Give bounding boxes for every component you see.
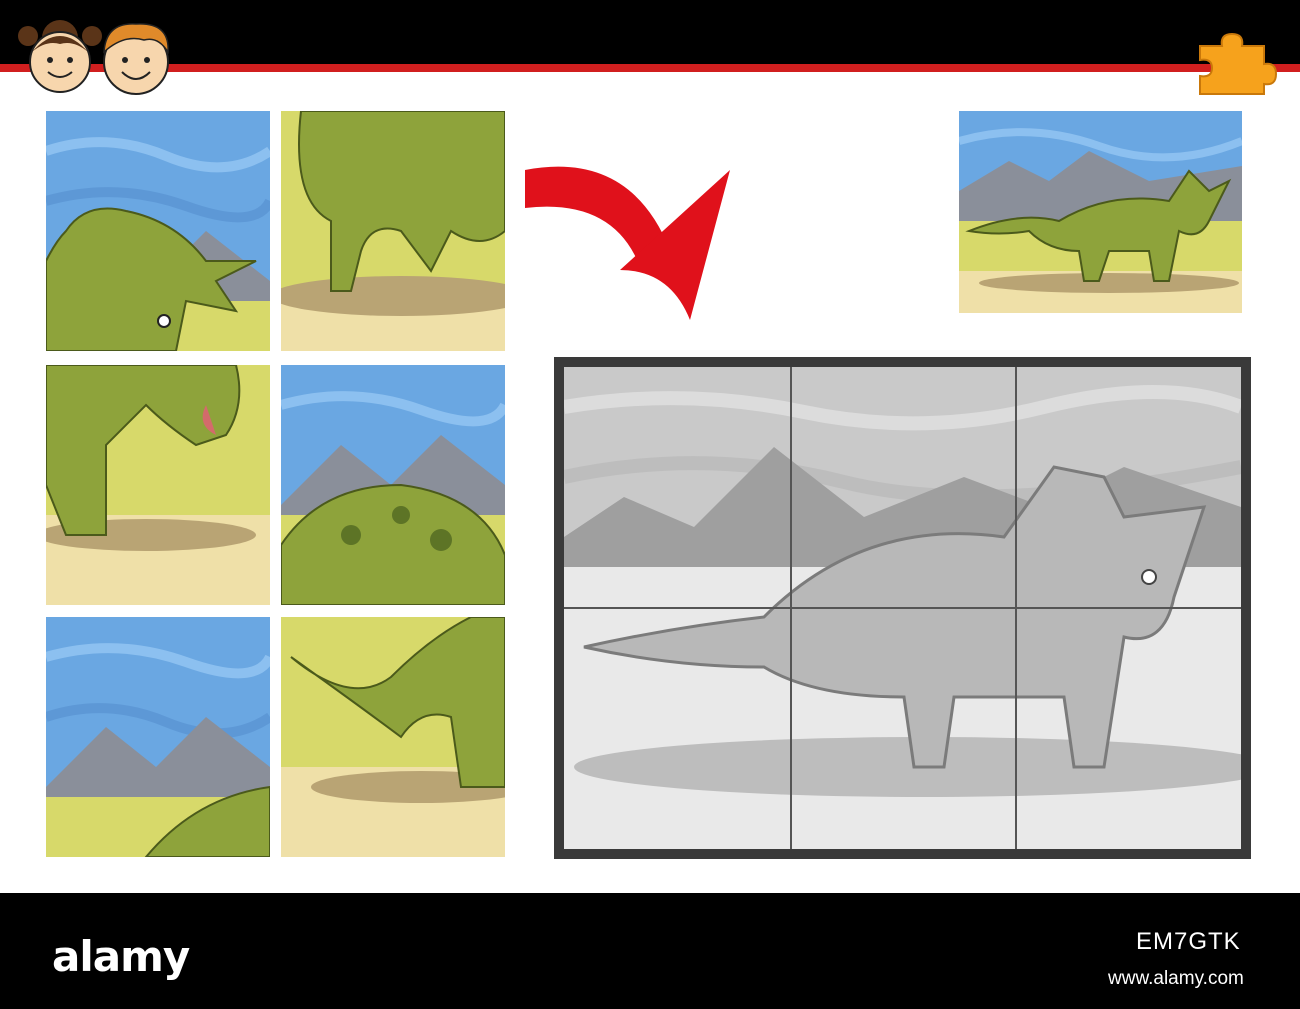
puzzle-board-image: [564, 367, 1241, 849]
preview-image: [959, 111, 1242, 313]
jigsaw-tile-icon[interactable]: [281, 617, 505, 857]
footer-brand: alamy: [52, 932, 190, 981]
two-kids-faces-icon: [18, 20, 169, 95]
curved-arrow-icon: [525, 166, 730, 320]
jigsaw-tile-icon[interactable]: [46, 365, 270, 605]
footer-bar: [0, 893, 1300, 1009]
footer-url: www.alamy.com: [1108, 968, 1244, 989]
jigsaw-tile-icon[interactable]: [281, 111, 505, 351]
jigsaw-tile-icon[interactable]: [46, 111, 270, 351]
board-grid-line: [564, 607, 1241, 609]
puzzle-piece-icon: [1199, 32, 1278, 95]
footer-image-id: EM7GTK: [1136, 928, 1241, 955]
jigsaw-tile-icon[interactable]: [46, 617, 270, 857]
jigsaw-tile-icon[interactable]: [281, 365, 505, 605]
puzzle-board[interactable]: [554, 357, 1251, 859]
